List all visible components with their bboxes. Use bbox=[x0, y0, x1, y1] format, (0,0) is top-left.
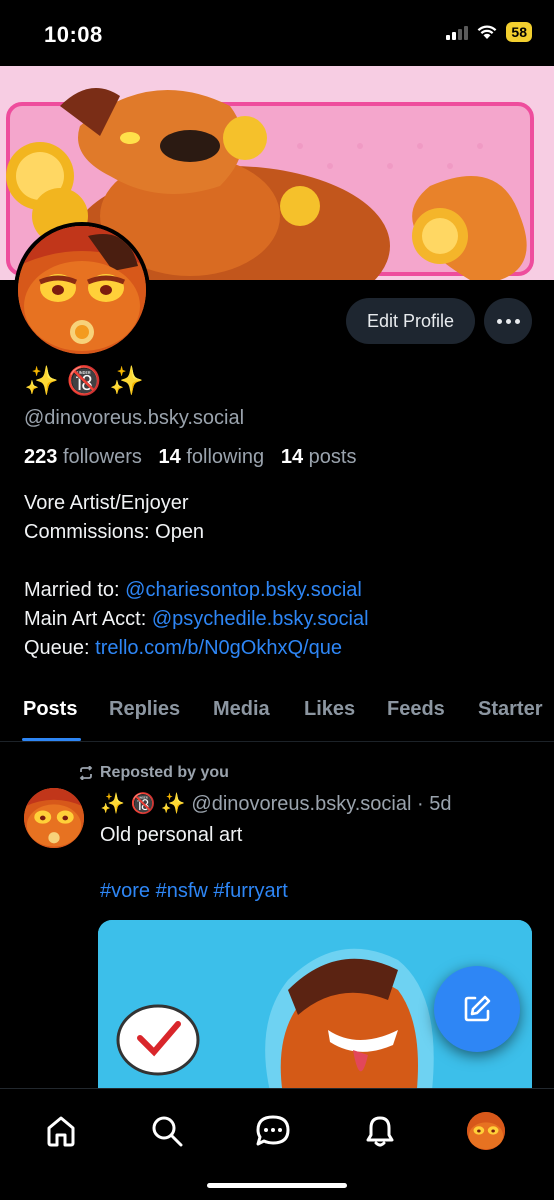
profile-stats: 223 followers 14 following 14 posts bbox=[24, 446, 356, 469]
nav-profile[interactable] bbox=[466, 1111, 506, 1151]
repost-label: Reposted by you bbox=[78, 764, 229, 782]
nav-notifications[interactable] bbox=[360, 1111, 400, 1151]
posts-stat: 14 posts bbox=[280, 446, 357, 468]
post-author-name[interactable]: ✨ 🔞 ✨ bbox=[100, 793, 186, 815]
tab-replies[interactable]: Replies bbox=[109, 698, 180, 721]
bio-queue-line: Queue: trello.com/b/N0gOkhxQ/que bbox=[24, 637, 342, 659]
profile-handle: @dinovoreus.bsky.social bbox=[24, 407, 245, 429]
repost-icon bbox=[79, 766, 93, 780]
queue-link[interactable]: trello.com/b/N0gOkhxQ/que bbox=[95, 637, 342, 659]
bio-line: Vore Artist/Enjoyer bbox=[24, 492, 189, 514]
tab-media[interactable]: Media bbox=[213, 698, 270, 721]
profile-avatar[interactable] bbox=[14, 222, 150, 358]
bio-line: Commissions: Open bbox=[24, 521, 205, 543]
tab-starter[interactable]: Starter bbox=[478, 698, 542, 721]
active-tab-indicator bbox=[22, 738, 81, 741]
profile-avatar-small bbox=[467, 1112, 505, 1150]
ellipsis-icon bbox=[496, 318, 502, 324]
bio-main-art-line: Main Art Acct: @psychedile.bsky.social bbox=[24, 608, 369, 630]
status-time: 10:08 bbox=[44, 22, 103, 47]
cellular-signal-icon bbox=[446, 24, 469, 40]
followers-stat[interactable]: 223 followers bbox=[24, 446, 142, 468]
post-text: Old personal art bbox=[100, 824, 243, 846]
status-bar: 10:08 58 bbox=[0, 0, 554, 66]
tab-feeds[interactable]: Feeds bbox=[387, 698, 445, 721]
search-icon bbox=[152, 1116, 183, 1147]
chat-icon bbox=[256, 1115, 290, 1146]
post-author-handle[interactable]: @dinovoreus.bsky.social bbox=[191, 793, 411, 815]
home-indicator bbox=[207, 1183, 347, 1188]
bell-icon bbox=[366, 1116, 394, 1147]
nav-chat[interactable] bbox=[253, 1111, 293, 1151]
post-time: 5d bbox=[429, 793, 452, 815]
edit-profile-button[interactable]: Edit Profile bbox=[346, 298, 475, 344]
nav-search[interactable] bbox=[147, 1111, 187, 1151]
compose-button[interactable] bbox=[434, 966, 520, 1052]
post-header: ✨ 🔞 ✨ @dinovoreus.bsky.social · 5d bbox=[100, 793, 452, 815]
following-stat[interactable]: 14 following bbox=[159, 446, 265, 468]
display-name: ✨ 🔞 ✨ bbox=[24, 365, 145, 396]
profile-tabs: Posts Replies Media Likes Feeds Starter bbox=[0, 692, 554, 742]
more-options-button[interactable] bbox=[484, 298, 532, 344]
battery-indicator: 58 bbox=[506, 22, 532, 42]
home-icon bbox=[47, 1116, 75, 1147]
profile-bio: Vore Artist/Enjoyer Commissions: Open Ma… bbox=[24, 489, 369, 663]
post-hashtags[interactable]: #vore #nsfw #furryart bbox=[100, 880, 288, 903]
status-icons: 58 bbox=[446, 22, 532, 42]
married-link[interactable]: @chariesontop.bsky.social bbox=[125, 579, 362, 601]
nav-home[interactable] bbox=[41, 1111, 81, 1151]
post-author-avatar[interactable] bbox=[24, 788, 84, 848]
tab-likes[interactable]: Likes bbox=[304, 698, 355, 721]
wifi-icon bbox=[478, 25, 497, 39]
bio-married-line: Married to: @chariesontop.bsky.social bbox=[24, 579, 362, 601]
main-art-link[interactable]: @psychedile.bsky.social bbox=[152, 608, 369, 630]
compose-icon bbox=[464, 995, 491, 1022]
tab-posts[interactable]: Posts bbox=[23, 698, 77, 721]
